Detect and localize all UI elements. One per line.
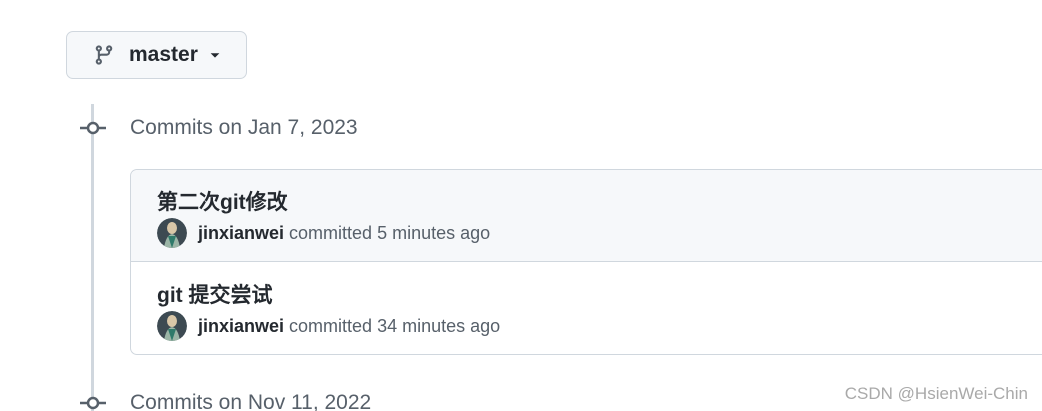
commit-row: 第二次git修改 jinxianwei committed 5 minutes … — [131, 170, 1042, 262]
branch-selector-button[interactable]: master — [66, 31, 247, 79]
commit-action: committed — [289, 315, 373, 336]
commit-row: git 提交尝试 jinxianwei committed 34 minutes… — [131, 263, 1042, 355]
commit-meta: jinxianwei committed 5 minutes ago — [157, 218, 490, 248]
avatar[interactable] — [157, 218, 187, 248]
commit-group-date: Commits on Jan 7, 2023 — [130, 116, 358, 139]
commit-title-link[interactable]: git 提交尝试 — [157, 279, 273, 309]
commit-action: committed — [289, 222, 373, 243]
commit-list: 第二次git修改 jinxianwei committed 5 minutes … — [130, 169, 1042, 355]
commit-author-link[interactable]: jinxianwei — [198, 223, 284, 244]
triangle-down-icon — [210, 53, 220, 58]
commit-meta: jinxianwei committed 34 minutes ago — [157, 311, 500, 341]
git-branch-icon — [95, 45, 113, 65]
commit-title-link[interactable]: 第二次git修改 — [157, 186, 288, 216]
watermark: CSDN @HsienWei-Chin — [844, 384, 1028, 403]
commit-node-icon — [80, 396, 106, 410]
commit-time: 34 minutes ago — [377, 315, 501, 336]
commit-history-page: master Commits on Jan 7, 2023 第二次git修改 j… — [0, 0, 1042, 411]
avatar[interactable] — [157, 311, 187, 341]
commit-group-date: Commits on Nov 11, 2022 — [130, 391, 372, 411]
commit-node-icon — [80, 121, 106, 135]
branch-name: master — [129, 43, 198, 66]
commit-time: 5 minutes ago — [377, 222, 491, 243]
commit-author-link[interactable]: jinxianwei — [198, 316, 284, 337]
timeline-line — [91, 104, 94, 411]
